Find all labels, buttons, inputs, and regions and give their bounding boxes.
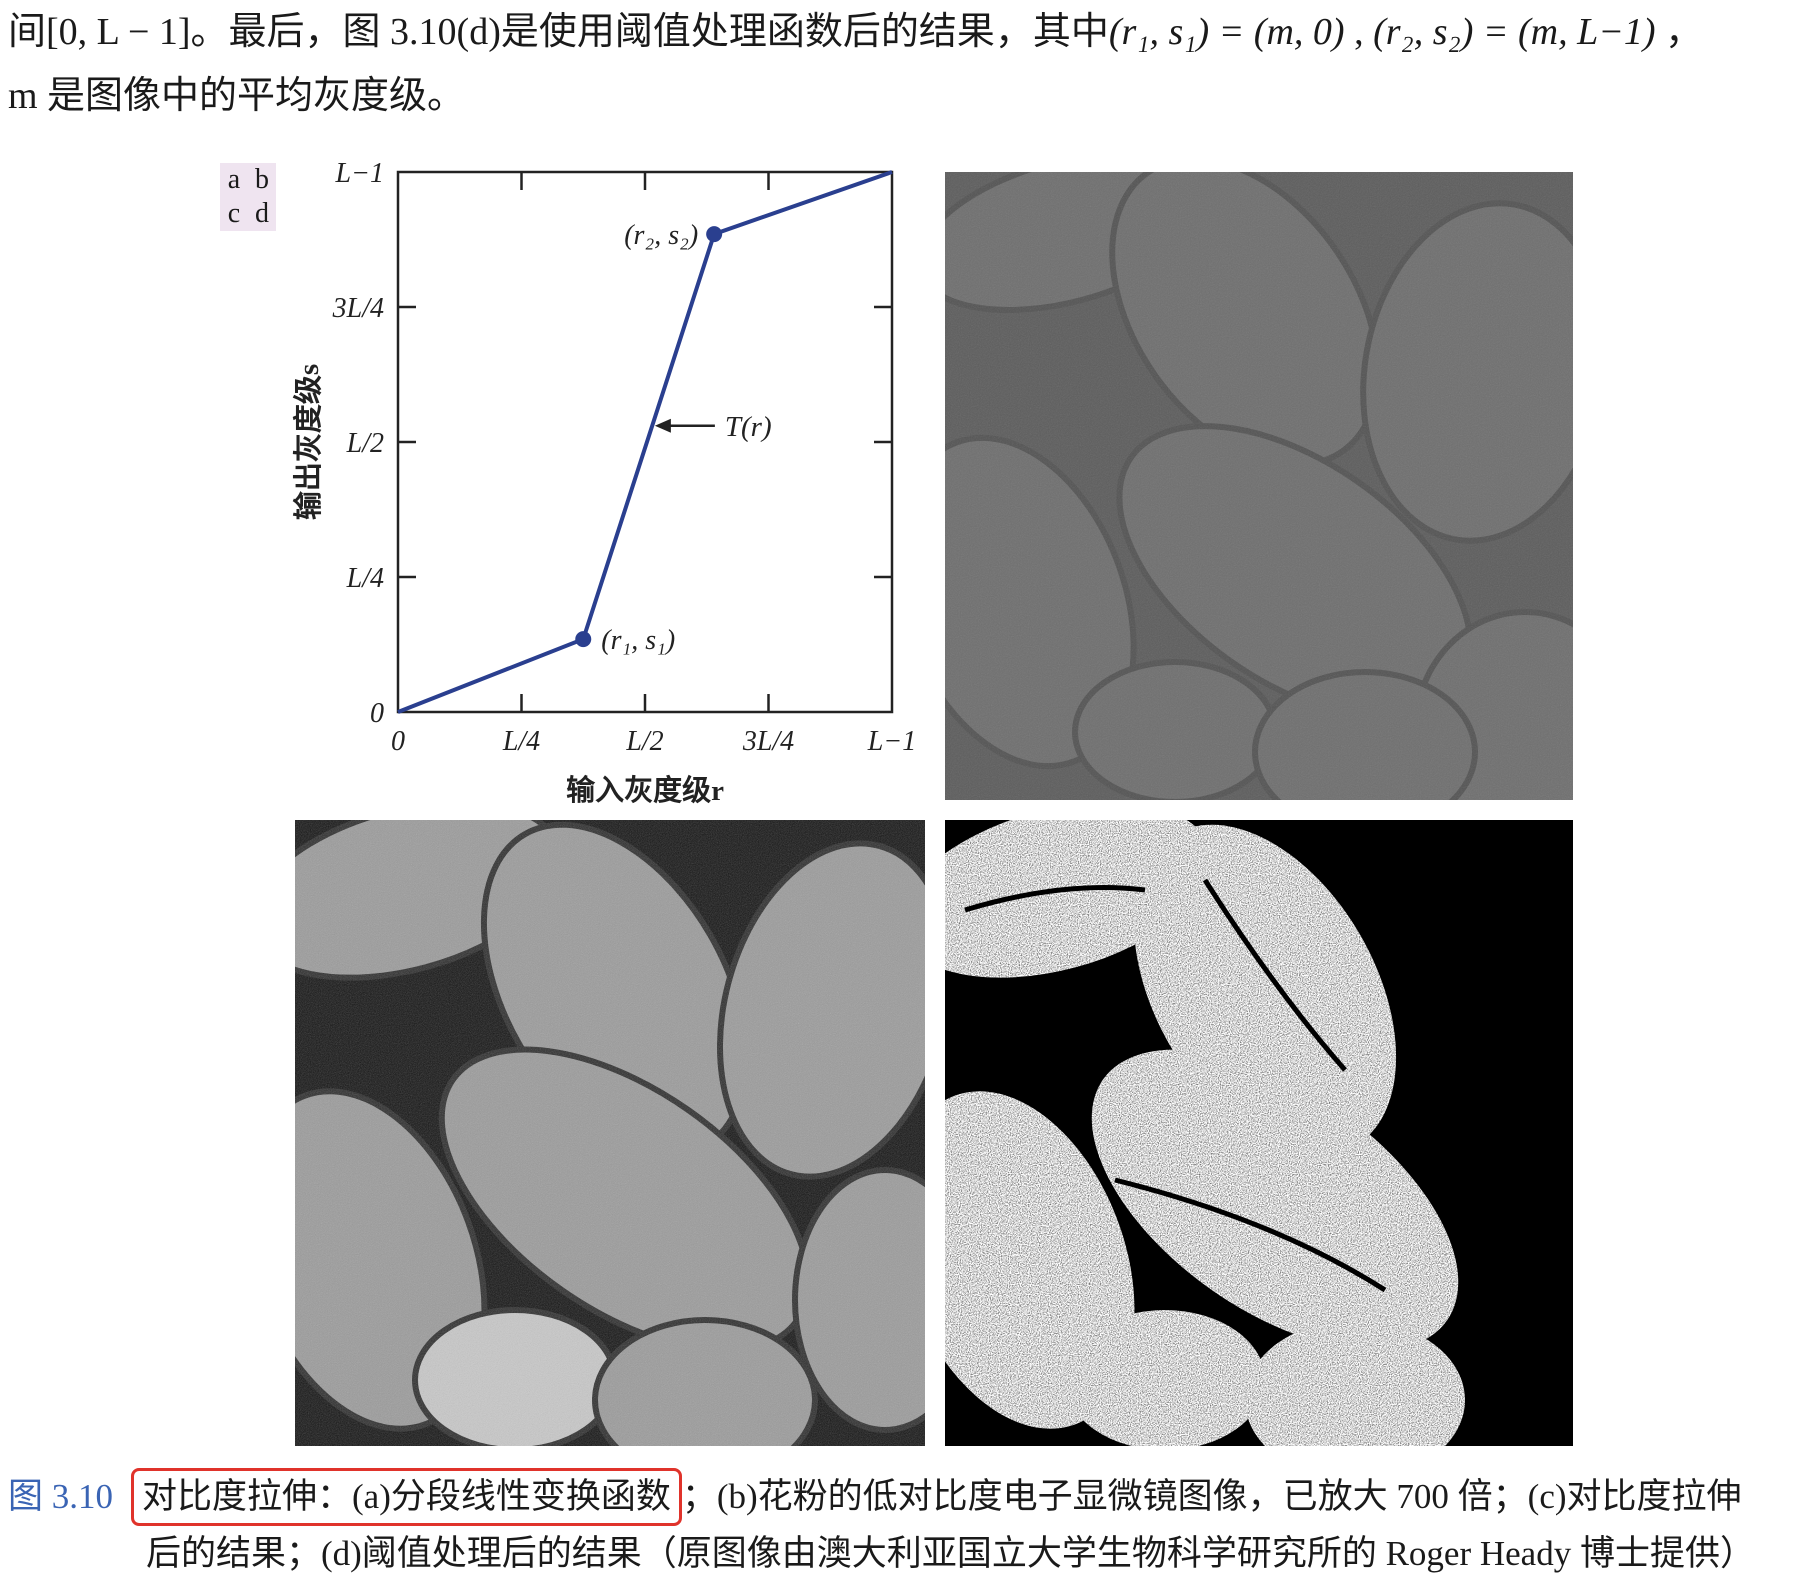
figure-caption: 图 3.10 对比度拉伸：(a)分段线性变换函数 ；(b)花粉的低对比度电子显微镜图…: [8, 1468, 1798, 1582]
figure-number: 图 3.10: [8, 1477, 114, 1516]
x-tick-label: L−1: [867, 726, 916, 757]
caption-rest: ；(b)花粉的低对比度电子显微镜图像，已放大 700 倍；(c)对比度拉伸: [681, 1477, 1742, 1516]
x-tick-label: L/4: [502, 726, 540, 757]
x-tick-label: 0: [391, 726, 405, 757]
annotation-label: T(r): [725, 411, 772, 443]
control-point-2: [706, 226, 723, 243]
caption-line-2: 后的结果；(d)阈值处理后的结果（原图像由澳大利亚国立大学生物科学研究所的 Ro…: [146, 1534, 1755, 1573]
pollen-low-contrast-image: [945, 172, 1573, 800]
x-tick-label: L/2: [625, 726, 663, 757]
caption-highlighted: 对比度拉伸：(a)分段线性变换函数: [131, 1468, 682, 1526]
pollen-thresholded-image: [945, 820, 1573, 1446]
pollen-contrast-stretched-image: [295, 820, 925, 1446]
caption-line-1: 图 3.10 对比度拉伸：(a)分段线性变换函数 ；(b)花粉的低对比度电子显微镜图…: [8, 1468, 1798, 1526]
x-axis-label: 输入灰度级r: [566, 773, 724, 807]
y-tick-label: 0: [370, 698, 384, 729]
annotation-arrow-head: [654, 418, 671, 433]
y-axis-label: 输出灰度级s: [291, 364, 325, 520]
control-point-label-1: (r₁, s₁): [601, 625, 675, 656]
y-tick-label: L−1: [335, 158, 384, 189]
x-tick-label: 3L/4: [742, 726, 794, 757]
y-tick-label: L/2: [346, 428, 384, 459]
control-point-1: [575, 631, 592, 648]
control-point-label-2: (r₂, s₂): [624, 220, 698, 251]
y-tick-label: 3L/4: [332, 293, 384, 324]
y-tick-label: L/4: [346, 563, 384, 594]
